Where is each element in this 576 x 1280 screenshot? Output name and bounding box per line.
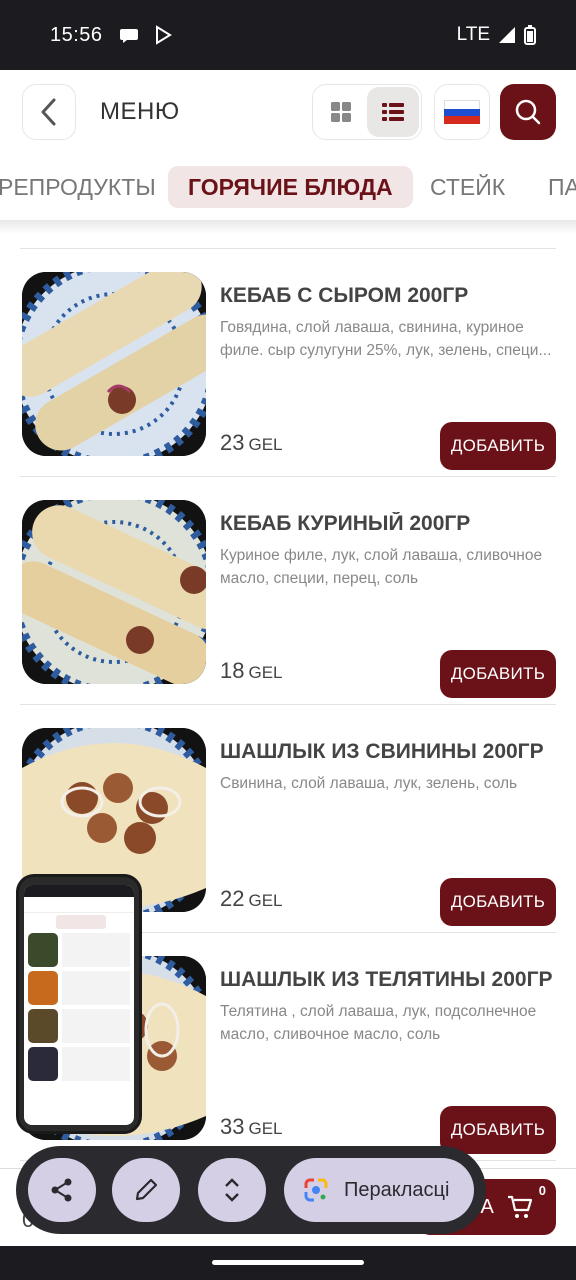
grid-icon [331, 102, 351, 122]
grid-view-button[interactable] [315, 87, 367, 137]
item-description: Телятина , слой лаваша, лук, подсолнечно… [220, 1003, 537, 1043]
item-name: КЕБАБ КУРИНЫЙ 200ГР [220, 512, 471, 535]
page-title: МЕНЮ [100, 98, 180, 125]
screenshot-toolbar: Перакласці [16, 1146, 486, 1234]
chevron-left-icon [41, 98, 56, 126]
cart-icon [507, 1195, 532, 1218]
chat-notification-icon [119, 29, 138, 43]
status-bar: 15:56 LTE [0, 0, 576, 70]
item-name: КЕБАБ С СЫРОМ 200ГР [220, 284, 469, 307]
item-price: 33 GEL [220, 1114, 283, 1139]
item-description: Свинина, слой лаваша, лук, зелень, соль [220, 775, 518, 792]
dish-image [22, 272, 206, 456]
item-price: 23 GEL [220, 430, 283, 455]
divider [20, 704, 556, 705]
battery-icon [524, 25, 536, 45]
russia-flag-icon [444, 100, 480, 125]
item-price: 18 GEL [220, 658, 283, 683]
tab-hot-dishes[interactable]: ГОРЯЧИЕ БЛЮДА [168, 166, 413, 208]
tab-steak[interactable]: СТЕЙК [410, 166, 525, 208]
item-name: ШАШЛЫК ИЗ ТЕЛЯТИНЫ 200ГР [220, 968, 553, 991]
search-button[interactable] [500, 84, 556, 140]
expand-vertical-icon [225, 1178, 239, 1202]
app-header: МЕНЮ [0, 70, 576, 154]
dish-image [22, 500, 206, 684]
translate-label: Перакласці [344, 1178, 450, 1201]
share-button[interactable] [28, 1158, 96, 1222]
play-store-icon [155, 25, 172, 45]
system-nav-bar [0, 1246, 576, 1280]
view-toggle [312, 84, 422, 140]
divider [20, 476, 556, 477]
item-name: ШАШЛЫК ИЗ СВИНИНЫ 200ГР [220, 740, 544, 763]
list-view-button[interactable] [367, 87, 419, 137]
search-icon [515, 99, 541, 125]
divider [20, 248, 556, 249]
home-gesture-handle[interactable] [212, 1260, 364, 1265]
status-time: 15:56 [50, 23, 103, 46]
translate-button[interactable]: Перакласці [284, 1158, 474, 1222]
item-price: 22 GEL [220, 886, 283, 911]
add-button[interactable]: ДОБАВИТЬ [440, 422, 556, 470]
expand-button[interactable] [198, 1158, 266, 1222]
pencil-icon [135, 1178, 158, 1201]
add-button[interactable]: ДОБАВИТЬ [440, 878, 556, 926]
signal-icon [499, 27, 515, 43]
add-button[interactable]: ДОБАВИТЬ [440, 1106, 556, 1154]
edit-button[interactable] [112, 1158, 180, 1222]
item-description: Куриное филе, лук, слой лаваша, сливочно… [220, 547, 543, 587]
menu-item[interactable]: КЕБАБ С СЫРОМ 200ГР Говядина, слой лаваш… [0, 250, 576, 478]
cart-count-badge: 0 [538, 1183, 546, 1198]
tab-pasta[interactable]: ПА [528, 166, 576, 208]
list-icon [382, 103, 404, 121]
add-button[interactable]: ДОБАВИТЬ [440, 650, 556, 698]
screenshot-preview[interactable] [16, 874, 142, 1134]
share-icon [51, 1178, 72, 1202]
category-tabs: РЕПРОДУКТЫ ГОРЯЧИЕ БЛЮДА СТЕЙК ПА [0, 154, 576, 220]
menu-item[interactable]: КЕБАБ КУРИНЫЙ 200ГР Куриное филе, лук, с… [0, 478, 576, 706]
back-button[interactable] [22, 84, 76, 140]
tab-zakuski[interactable]: РЕПРОДУКТЫ [0, 166, 176, 208]
google-lens-icon [304, 1178, 328, 1202]
language-button[interactable] [434, 84, 490, 140]
network-type: LTE [456, 24, 490, 45]
item-description: Говядина, слой лаваша, свинина, куриное … [220, 319, 552, 359]
